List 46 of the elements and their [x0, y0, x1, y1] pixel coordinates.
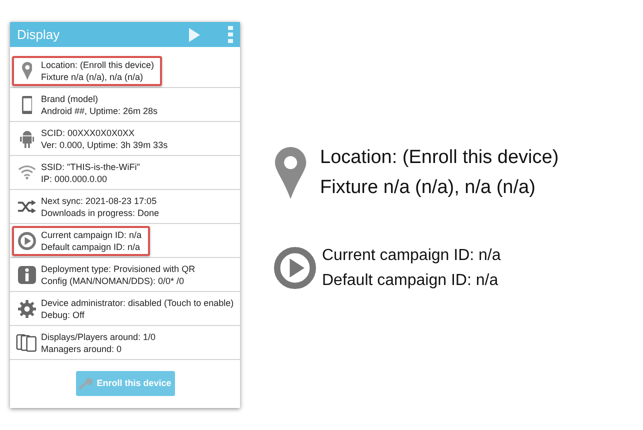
info-text: Config (MAN/NOMAN/DDS): 0/0* /0	[41, 274, 186, 286]
wrench-icon	[78, 378, 93, 390]
shuffle-icon	[18, 200, 36, 214]
info-text: Current campaign ID: n/a	[41, 228, 142, 240]
callout-text: Fixture n/a (n/a), n/a (n/a)	[320, 176, 536, 200]
info-text: Location: (Enroll this device)	[41, 58, 154, 70]
info-row[interactable]: Deployment type: Provisioned with QR Config (MAN/NOMAN/DDS): 0/0* /0	[12, 260, 202, 290]
info-text: Android ##, Uptime: 26m 28s	[41, 104, 158, 116]
info-text: Default campaign ID: n/a	[41, 240, 142, 252]
info-text: Debug: Off	[41, 308, 86, 320]
info-row[interactable]: Displays/Players around: 1/0 Managers around: 0	[12, 328, 162, 358]
callout-text: Location: (Enroll this device)	[320, 146, 559, 170]
info-text: Brand (model)	[41, 92, 100, 104]
devices-icon	[16, 334, 38, 352]
info-row[interactable]: SCID: 00XXX0X0X0XX Ver: 0.000, Uptime: 3h 39m 33s	[12, 124, 174, 154]
info-row[interactable]: Brand (model) Android ##, Uptime: 26m 28s	[12, 90, 164, 120]
map-pin-icon	[22, 62, 32, 80]
info-row[interactable]: Next sync: 2021-08-23 17:05 Downloads in progress: Done	[12, 192, 166, 222]
callout-text: Current campaign ID: n/a	[322, 246, 501, 266]
map-pin-icon	[275, 147, 307, 199]
info-text: Ver: 0.000, Uptime: 3h 39m 33s	[41, 138, 168, 150]
play-icon[interactable]	[189, 28, 200, 42]
wifi-icon	[18, 165, 36, 180]
info-row[interactable]: SSID: "THIS-is-the-WiFi" IP: 000.000.0.00	[12, 158, 146, 188]
info-text: SCID: 00XXX0X0X0XX	[41, 126, 136, 138]
menu-icon[interactable]	[228, 26, 233, 43]
play-circle-icon	[18, 232, 36, 250]
gear-icon	[18, 300, 36, 318]
robot-icon	[20, 130, 34, 148]
header-title: Display	[17, 26, 61, 44]
info-text: IP: 000.000.0.00	[41, 172, 108, 184]
info-text: Deployment type: Provisioned with QR	[41, 262, 196, 274]
info-text: Device administrator: disabled (Touch to enable)	[41, 296, 234, 308]
play-circle-icon	[274, 247, 316, 289]
callout-text: Default campaign ID: n/a	[322, 271, 500, 291]
info-text: Displays/Players around: 1/0	[41, 330, 156, 342]
info-text: Downloads in progress: Done	[41, 206, 160, 218]
info-text: Fixture n/a (n/a), n/a (n/a)	[41, 70, 144, 82]
phone-icon	[22, 96, 32, 114]
info-text: Managers around: 0	[41, 342, 123, 354]
info-row[interactable]: Device administrator: disabled (Touch to enable) Debug: Off	[12, 294, 240, 324]
info-icon	[18, 266, 36, 284]
highlight-frame[interactable]: Location: (Enroll this device) Fixture n/a (n/a), n/a (n/a)	[12, 56, 162, 86]
info-text: SSID: "THIS-is-the-WiFi"	[41, 160, 140, 172]
info-text: Next sync: 2021-08-23 17:05	[41, 194, 158, 206]
highlight-frame[interactable]: Current campaign ID: n/a Default campaign ID: n/a	[12, 226, 150, 256]
